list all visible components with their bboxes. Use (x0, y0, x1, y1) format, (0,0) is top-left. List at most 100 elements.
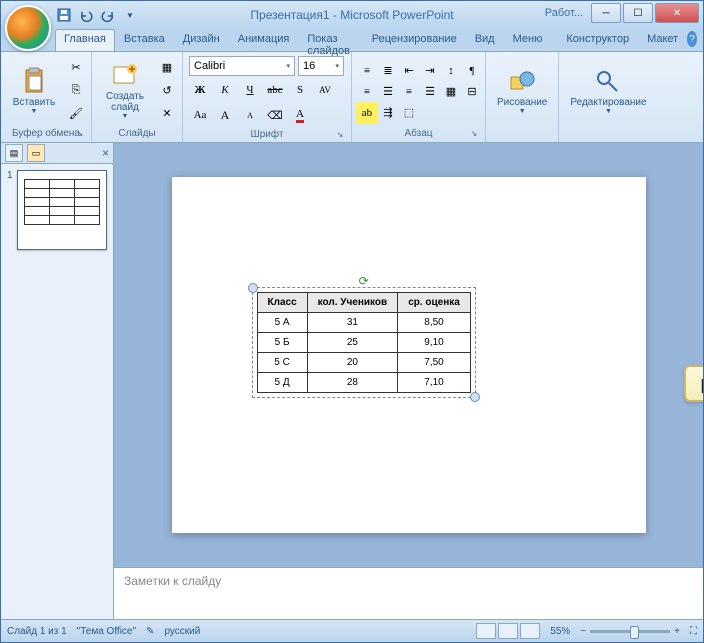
cut-icon[interactable]: ✂ (65, 57, 87, 79)
bullets-button[interactable]: ≡ (356, 60, 378, 82)
maximize-button[interactable]: ☐ (623, 3, 653, 23)
help-icon[interactable]: ? (687, 31, 697, 47)
decrease-indent-button[interactable]: ⇤ (398, 60, 420, 82)
zoom-in-icon[interactable]: + (674, 626, 680, 637)
grow-font-button[interactable]: A (214, 104, 236, 126)
zoom-value[interactable]: 55% (550, 626, 570, 637)
group-drawing: Рисование ▼ (486, 52, 559, 142)
tab-review[interactable]: Рецензирование (363, 29, 466, 51)
font-launcher-icon[interactable]: ↘ (335, 130, 345, 140)
table-header[interactable]: кол. Учеников (307, 293, 398, 313)
italic-button[interactable]: К (214, 79, 236, 101)
numbering-button[interactable]: ≣ (377, 60, 399, 82)
window-title: Презентация1 - Microsoft PowerPoint (250, 8, 453, 22)
change-case-button[interactable]: Aa (189, 104, 211, 126)
rotate-handle-icon[interactable] (359, 274, 369, 284)
table-row: 5 А318,50 (257, 313, 470, 333)
tab-layout[interactable]: Макет (638, 29, 687, 51)
align-center-button[interactable]: ☰ (377, 81, 399, 103)
font-color-button[interactable]: A (289, 104, 311, 126)
paste-tooltip: paste (684, 365, 703, 402)
zoom-slider[interactable]: − + (580, 626, 680, 637)
close-button[interactable]: ✕ (655, 3, 699, 23)
tab-design[interactable]: Дизайн (174, 29, 229, 51)
bold-button[interactable]: Ж (189, 79, 211, 101)
slideshow-view-button[interactable] (520, 623, 540, 639)
normal-view-button[interactable] (476, 623, 496, 639)
save-icon[interactable] (55, 6, 73, 24)
panel-close-icon[interactable]: × (102, 146, 109, 160)
tab-home[interactable]: Главная (55, 29, 115, 51)
paragraph-launcher-icon[interactable]: ↘ (469, 129, 479, 139)
columns-button[interactable]: ▦ (440, 81, 462, 103)
char-spacing-button[interactable]: AV (314, 79, 336, 101)
panel-tabs: ▤ ▭ × (1, 143, 113, 164)
status-language[interactable]: русский (164, 626, 200, 637)
align-text-button[interactable]: ⊟ (461, 81, 483, 103)
group-paragraph-label: Абзац (404, 128, 432, 139)
slide-canvas[interactable]: Класс кол. Учеников ср. оценка 5 А318,50… (114, 143, 703, 567)
qat-customize-icon[interactable]: ▼ (121, 6, 139, 24)
group-editing: Редактирование ▼ (559, 52, 657, 142)
tab-animation[interactable]: Анимация (229, 29, 299, 51)
justify-button[interactable]: ☰ (419, 81, 441, 103)
strike-button[interactable]: abc (264, 79, 286, 101)
shadow-button[interactable]: S (289, 79, 311, 101)
zoom-out-icon[interactable]: − (580, 626, 586, 637)
undo-icon[interactable] (77, 6, 95, 24)
drawing-label: Рисование (497, 97, 547, 108)
align-left-button[interactable]: ≡ (356, 81, 378, 103)
data-table: Класс кол. Учеников ср. оценка 5 А318,50… (257, 292, 471, 393)
spellcheck-icon[interactable]: ✎ (146, 626, 154, 637)
line-spacing-button[interactable]: ↕ (440, 60, 462, 82)
highlight-button[interactable]: ab (356, 102, 378, 124)
tab-constructor[interactable]: Конструктор (557, 29, 638, 51)
table-row: 5 Б259,10 (257, 333, 470, 353)
increase-indent-button[interactable]: ⇥ (419, 60, 441, 82)
redo-icon[interactable] (99, 6, 117, 24)
slide-delete-icon[interactable]: ✕ (156, 103, 178, 125)
format-painter-icon[interactable]: 🖌 (65, 103, 87, 125)
chevron-down-icon: ▼ (122, 113, 129, 120)
text-direction-button[interactable]: ¶ (461, 60, 483, 82)
table-object[interactable]: Класс кол. Учеников ср. оценка 5 А318,50… (252, 287, 476, 398)
sorter-view-button[interactable] (498, 623, 518, 639)
font-name-combo[interactable]: Calibri▾ (189, 56, 295, 76)
list-level-button[interactable]: ⇶ (377, 102, 399, 124)
slide-thumbnail[interactable]: 1 (7, 170, 107, 250)
status-theme: "Тема Office" (77, 626, 136, 637)
tab-slideshow[interactable]: Показ слайдов (298, 29, 362, 51)
tab-view[interactable]: Вид (466, 29, 504, 51)
workspace: ▤ ▭ × 1 (1, 143, 703, 620)
table-header[interactable]: Класс (257, 293, 307, 313)
fit-window-icon[interactable]: ⛶ (690, 626, 697, 637)
office-button[interactable] (5, 5, 51, 51)
editing-button[interactable]: Редактирование ▼ (563, 64, 653, 118)
slide-reset-icon[interactable]: ↺ (156, 80, 178, 102)
tab-insert[interactable]: Вставка (115, 29, 174, 51)
table-header[interactable]: ср. оценка (398, 293, 471, 313)
group-slides-label: Слайды (118, 128, 155, 139)
shapes-icon (508, 67, 536, 95)
font-size-combo[interactable]: 16▾ (298, 56, 344, 76)
clipboard-launcher-icon[interactable]: ↘ (75, 129, 85, 139)
minimize-button[interactable]: ─ (591, 3, 621, 23)
zoom-thumb[interactable] (630, 626, 639, 639)
new-slide-button[interactable]: Создать слайд ▼ (96, 58, 154, 123)
group-clipboard-label: Буфер обмена (12, 128, 80, 139)
outline-tab-icon[interactable]: ▤ (5, 144, 23, 162)
convert-smartart-button[interactable]: ⬚ (398, 102, 420, 124)
notes-pane[interactable]: Заметки к слайду (114, 567, 703, 620)
slide-layout-icon[interactable]: ▦ (156, 57, 178, 79)
drawing-button[interactable]: Рисование ▼ (490, 64, 554, 118)
tab-menu[interactable]: Меню (504, 29, 552, 51)
clear-format-button[interactable]: ⌫ (264, 104, 286, 126)
shrink-font-button[interactable]: A (239, 104, 261, 126)
slides-tab-icon[interactable]: ▭ (27, 144, 45, 162)
group-font-label: Шрифт (251, 129, 284, 140)
copy-icon[interactable]: ⎘ (65, 80, 87, 102)
paste-button[interactable]: Вставить ▼ (5, 64, 63, 118)
group-font: Calibri▾ 16▾ Ж К Ч abc S AV Aa A A ⌫ A (183, 52, 352, 142)
align-right-button[interactable]: ≡ (398, 81, 420, 103)
underline-button[interactable]: Ч (239, 79, 261, 101)
